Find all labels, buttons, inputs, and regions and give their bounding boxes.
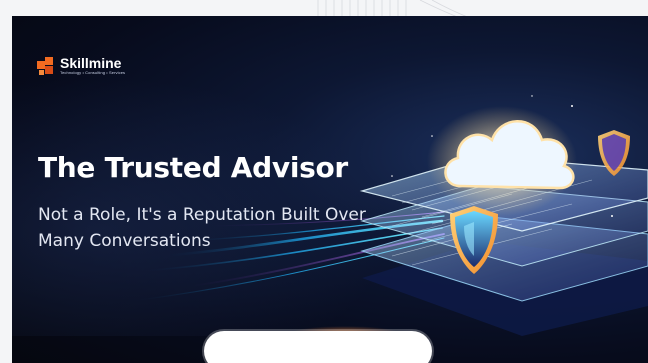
bottom-card[interactable] — [204, 331, 432, 363]
cloud-icon — [427, 106, 577, 216]
hero-headline: The Trusted Advisor — [38, 151, 348, 184]
skillmine-logo-icon — [37, 57, 53, 75]
hero-subtitle: Not a Role, It's a Reputation Built Over… — [38, 205, 366, 251]
brand-logo: Skillmine Technology • Consulting • Serv… — [36, 56, 125, 76]
page-frame: Skillmine Technology • Consulting • Serv… — [0, 0, 648, 363]
brand-tagline: Technology • Consulting • Services — [60, 70, 126, 75]
brand-text: Skillmine Technology • Consulting • Serv… — [60, 56, 125, 76]
brand-name: Skillmine — [60, 55, 122, 71]
hero-banner: Skillmine Technology • Consulting • Serv… — [12, 16, 648, 363]
